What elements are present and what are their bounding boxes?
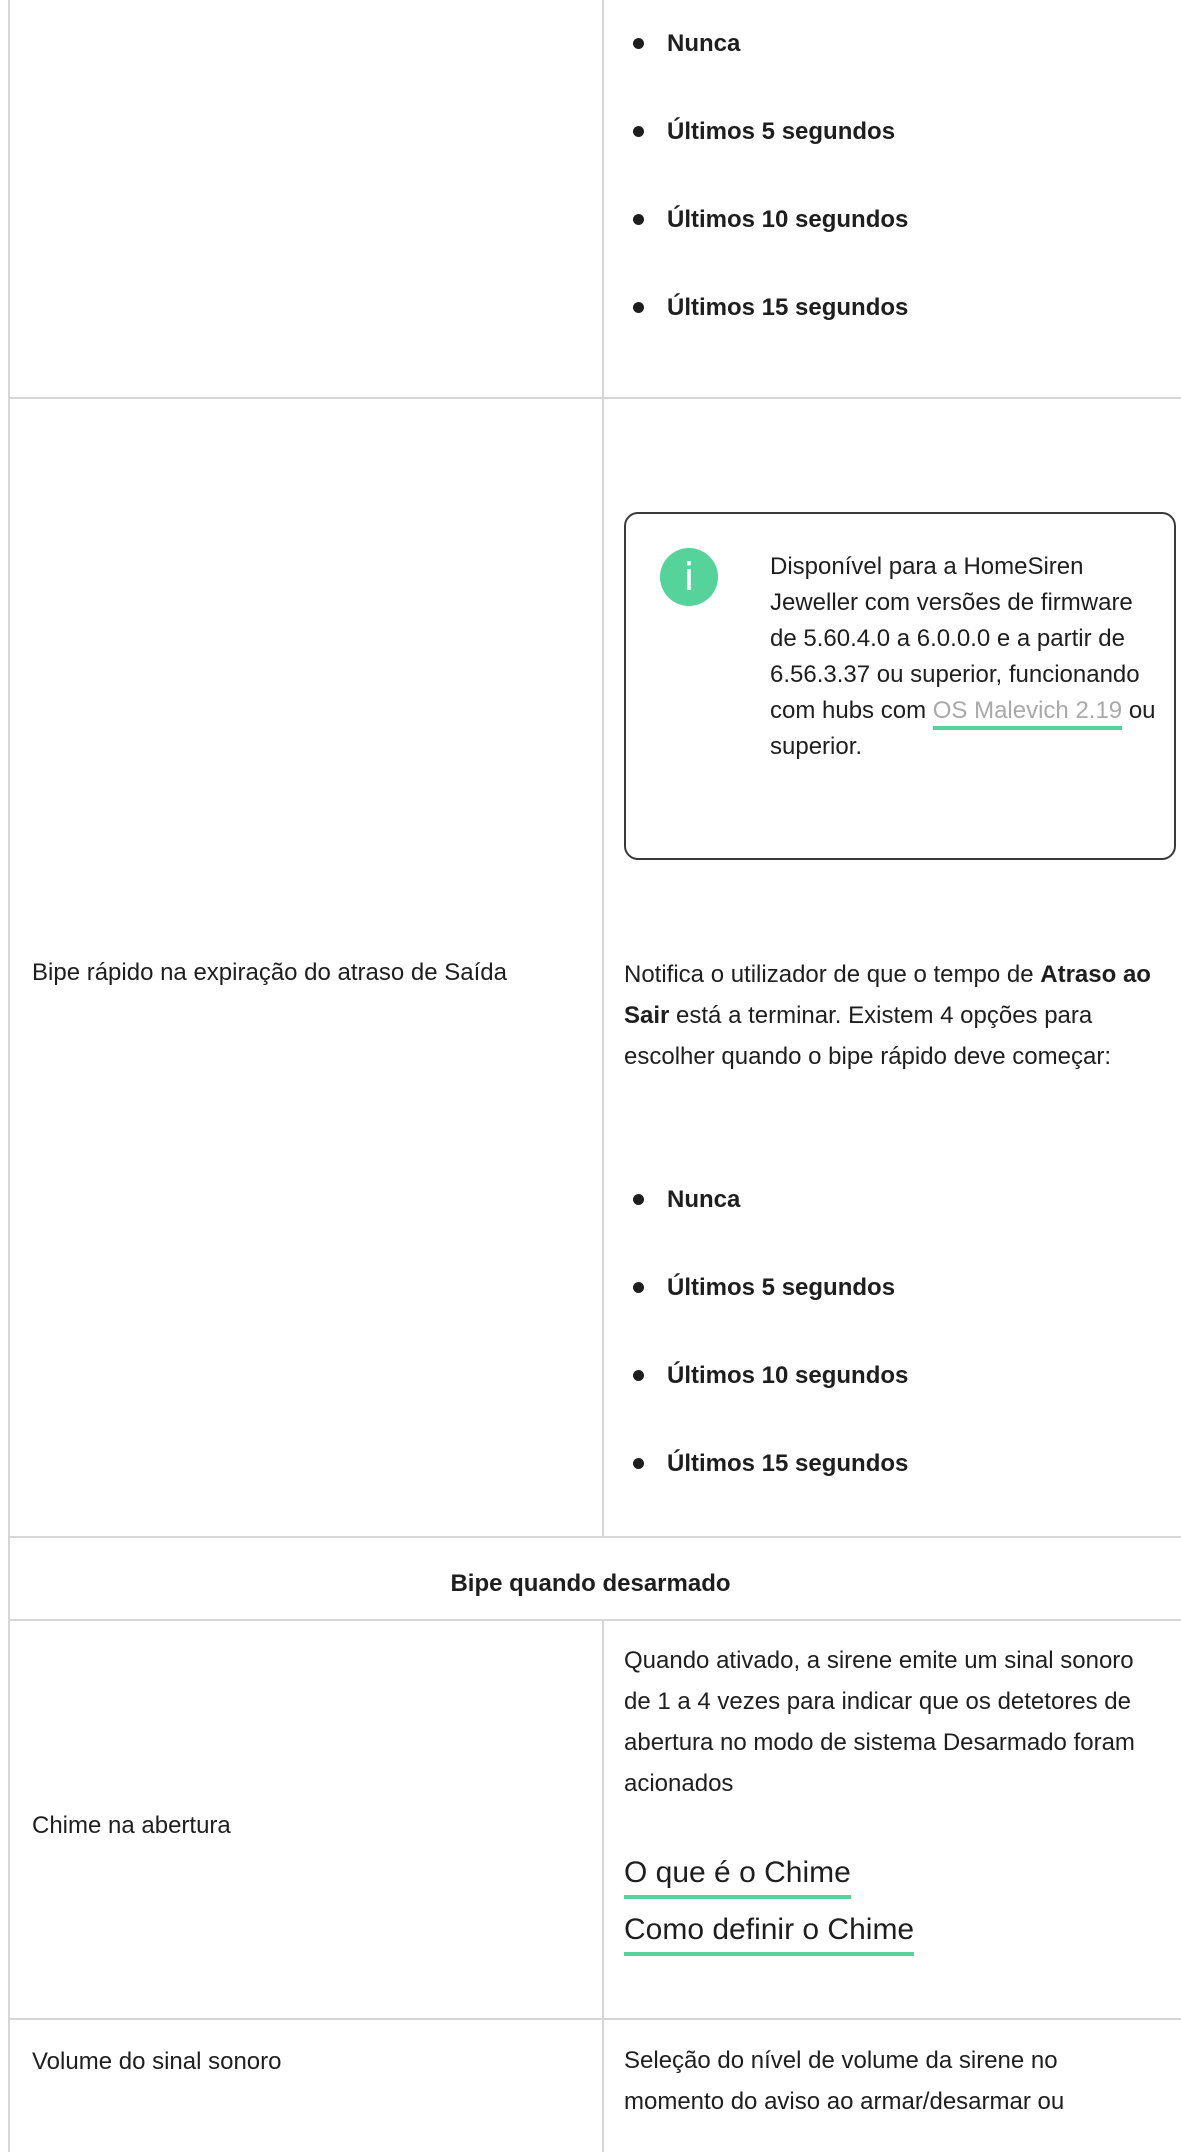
options-list: Nunca Últimos 5 segundos Últimos 10 segu… [627,28,908,380]
option-label: Últimos 10 segundos [667,1362,909,1389]
table-left-border [8,0,10,2152]
row-divider [8,397,1181,399]
list-item: Nunca [627,28,908,116]
setting-label: Chime na abertura [32,1812,231,1839]
bullet-icon [633,1458,644,1469]
bullet-icon [633,38,644,49]
bullet-icon [633,302,644,313]
setting-description: Notifica o utilizador de que o tempo de … [624,961,1151,1070]
row-divider [8,1619,1181,1621]
setting-label: Volume do sinal sonoro [32,2048,282,2075]
list-item: Últimos 15 segundos [627,1448,908,1536]
setting-label: Bipe rápido na expiração do atraso de Sa… [32,959,507,986]
list-item: Últimos 5 segundos [627,116,908,204]
options-list: Nunca Últimos 5 segundos Últimos 10 segu… [627,1184,908,1536]
what-is-chime-link[interactable]: O que é o Chime [624,1853,851,1899]
info-icon: i [660,548,718,606]
list-item: Nunca [627,1184,908,1272]
list-item: Últimos 15 segundos [627,292,908,380]
info-note: i Disponível para a HomeSiren Jeweller c… [624,512,1176,860]
option-label: Nunca [667,30,741,57]
note-text: Disponível para a HomeSiren Jeweller com… [770,553,1156,760]
list-item: Últimos 5 segundos [627,1272,908,1360]
option-label: Últimos 15 segundos [667,294,909,321]
section-title: Bipe quando desarmado [450,1570,731,1597]
setting-description: Quando ativado, a sirene emite um sinal … [624,1647,1135,1797]
how-to-set-chime-link[interactable]: Como definir o Chime [624,1910,915,1956]
row-divider [8,2018,1181,2020]
option-label: Últimos 15 segundos [667,1450,909,1477]
option-label: Últimos 10 segundos [667,206,909,233]
bullet-icon [633,1370,644,1381]
option-label: Nunca [667,1186,741,1213]
bullet-icon [633,214,644,225]
row-divider [8,1536,1181,1538]
option-label: Últimos 5 segundos [667,1274,896,1301]
list-item: Últimos 10 segundos [627,204,908,292]
table-column-divider [602,0,604,1537]
list-item: Últimos 10 segundos [627,1360,908,1448]
setting-description: Seleção do nível de volume da sirene no … [624,2047,1065,2115]
os-malevich-link[interactable]: OS Malevich 2.19 [932,697,1123,730]
option-label: Últimos 5 segundos [667,118,896,145]
bullet-icon [633,126,644,137]
bullet-icon [633,1282,644,1293]
bullet-icon [633,1194,644,1205]
table-column-divider-lower [602,1620,604,2152]
